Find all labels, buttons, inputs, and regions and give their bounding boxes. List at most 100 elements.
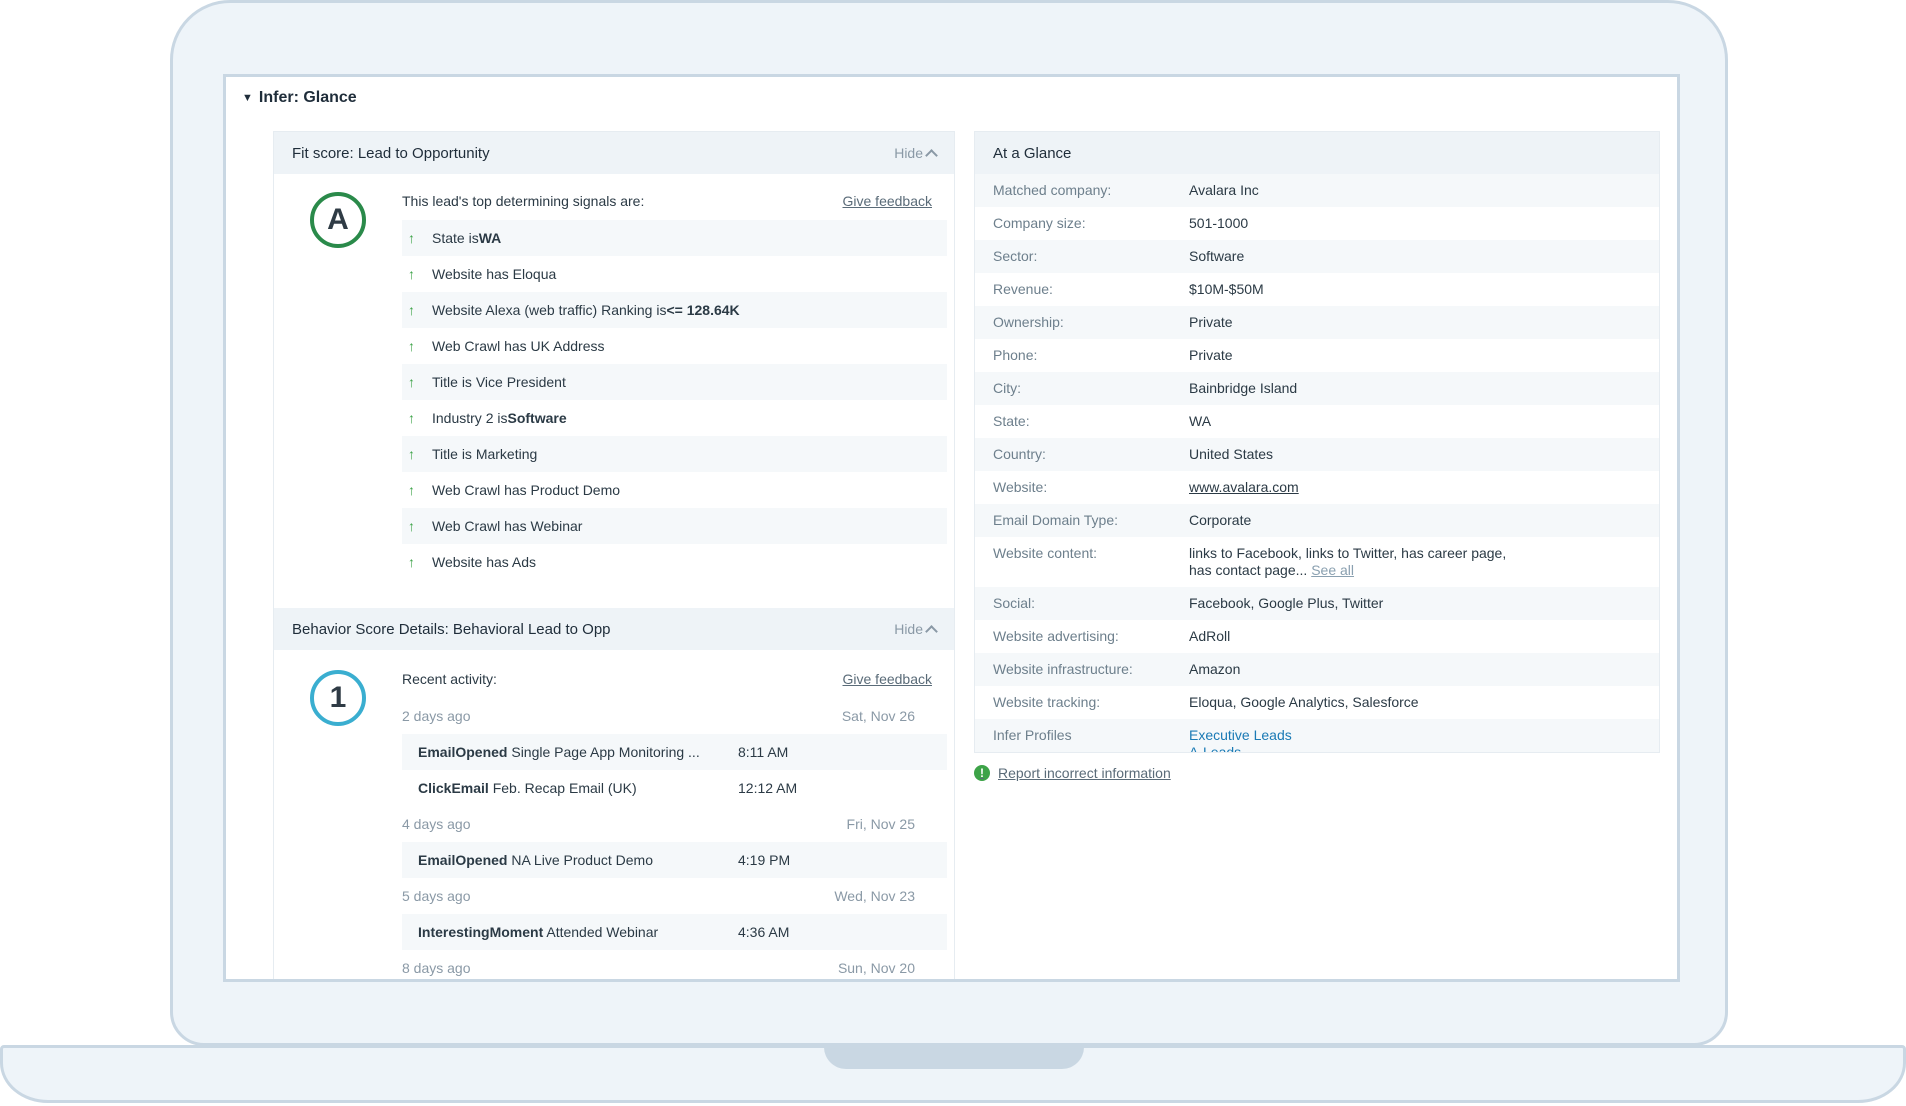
arrow-up-icon: ↑ (408, 338, 415, 354)
glance-row: Website: www.avalara.com (975, 471, 1659, 504)
signal-row: ↑ Web Crawl has Webinar (402, 508, 947, 544)
behavior-grade-badge: 1 (310, 670, 366, 726)
glance-value: Avalara Inc (1189, 182, 1509, 199)
activity-item[interactable]: EmailOpened Single Page App Monitoring .… (402, 734, 947, 770)
glance-label: Website tracking: (993, 694, 1101, 710)
signal-value: WA (478, 230, 502, 246)
profile-link[interactable]: A-Leads (1189, 744, 1509, 752)
glance-row: Social: Facebook, Google Plus, Twitter (975, 587, 1659, 620)
signal-text: Title is Vice President (432, 374, 566, 390)
activity-name: NA Live Product Demo (507, 852, 653, 868)
glance-value[interactable]: www.avalara.com (1189, 479, 1509, 496)
glance-row: Ownership: Private (975, 306, 1659, 339)
glance-label: State: (993, 413, 1030, 429)
activity-type: InterestingMoment (418, 924, 544, 940)
glance-label: Country: (993, 446, 1046, 462)
section-header[interactable]: ▼ Infer: Glance (242, 89, 357, 107)
glance-value-text: Amazon (1189, 661, 1241, 677)
glance-value-text: AdRoll (1189, 628, 1231, 644)
glance-value: Executive Leads A-Leads (1189, 727, 1509, 752)
fit-feedback-link[interactable]: Give feedback (843, 193, 933, 209)
activity-item[interactable]: InterestingMoment Attended Webinar 4:36 A… (402, 914, 947, 950)
glance-value-text: Facebook, Google Plus, Twitter (1189, 595, 1384, 611)
glance-value-text: $10M-$50M (1189, 281, 1264, 297)
signal-text: Web Crawl has Webinar (432, 518, 583, 534)
glance-row: Website content: links to Facebook, links… (975, 537, 1659, 587)
activity-intro: Recent activity: (402, 671, 497, 687)
glance-value: Amazon (1189, 661, 1509, 678)
arrow-up-icon: ↑ (408, 230, 415, 246)
behavior-header: Behavior Score Details: Behavioral Lead … (274, 608, 954, 650)
fit-hide-button[interactable]: Hide (894, 145, 938, 162)
activity-type: EmailOpened (418, 852, 508, 868)
behavior-hide-button[interactable]: Hide (894, 621, 938, 638)
glance-value-text: United States (1189, 446, 1274, 462)
signal-text: Title is Marketing (432, 446, 538, 462)
signal-text: Industry 2 is (432, 410, 508, 426)
glance-table: Matched company: Avalara Inc Company size:… (975, 174, 1659, 752)
glance-row: Website advertising: AdRoll (975, 620, 1659, 653)
activity-list: 2 days ago Sat, Nov 26 EmailOpened Single … (402, 698, 947, 979)
arrow-up-icon: ↑ (408, 554, 415, 570)
glance-label: Website infrastructure: (993, 661, 1133, 677)
hide-label: Hide (894, 145, 923, 161)
glance-value-text: Bainbridge Island (1189, 380, 1298, 396)
signal-row: ↑ Industry 2 is Software (402, 400, 947, 436)
glance-value-text: www.avalara.com (1189, 479, 1299, 495)
signal-text: Website Alexa (web traffic) Ranking is (432, 302, 667, 318)
glance-row: Revenue: $10M-$50M (975, 273, 1659, 306)
signal-row: ↑ Title is Vice President (402, 364, 947, 400)
signal-row: ↑ Web Crawl has Product Demo (402, 472, 947, 508)
glance-value: United States (1189, 446, 1509, 463)
screen: ▼ Infer: Glance Fit score: Lead to Oppor… (223, 74, 1680, 982)
glance-value: Private (1189, 314, 1509, 331)
arrow-up-icon: ↑ (408, 410, 415, 426)
signals-list: ↑ State is WA ↑ Website has Eloqua ↑ Website … (402, 220, 947, 580)
glance-value: Software (1189, 248, 1509, 265)
glance-value: AdRoll (1189, 628, 1509, 645)
glance-panel: At a Glance Matched company: Avalara Inc C… (974, 131, 1660, 753)
hide-label: Hide (894, 621, 923, 637)
glance-row: Matched company: Avalara Inc (975, 174, 1659, 207)
glance-value: $10M-$50M (1189, 281, 1509, 298)
glance-label: Matched company: (993, 182, 1112, 198)
signal-row: ↑ Web Crawl has UK Address (402, 328, 947, 364)
see-all-link[interactable]: See all (1311, 562, 1354, 578)
activity-date: Sun, Nov 20 (837, 960, 915, 976)
profile-link[interactable]: Executive Leads (1189, 727, 1509, 744)
glance-value: Bainbridge Island (1189, 380, 1509, 397)
fit-grade-badge: A (310, 192, 366, 248)
activity-time: 12:12 AM (738, 780, 798, 796)
signal-value: <= 128.64K (666, 302, 740, 318)
glance-row: State: WA (975, 405, 1659, 438)
activity-ago: 4 days ago (402, 816, 471, 832)
collapse-triangle-icon[interactable]: ▼ (242, 92, 253, 104)
glance-value: Eloqua, Google Analytics, Salesforce (1189, 694, 1509, 711)
glance-label: Sector: (993, 248, 1038, 264)
activity-ago: 8 days ago (402, 960, 471, 976)
activity-ago: 2 days ago (402, 708, 471, 724)
glance-value-text: Private (1189, 314, 1233, 330)
arrow-up-icon: ↑ (408, 302, 415, 318)
signals-intro: This lead's top determining signals are: (402, 193, 645, 209)
glance-header: At a Glance (975, 132, 1659, 174)
activity-type: ClickEmail (418, 780, 489, 796)
glance-label: Revenue: (993, 281, 1053, 297)
behavior-feedback-link[interactable]: Give feedback (843, 671, 933, 687)
glance-row: Phone: Private (975, 339, 1659, 372)
glance-row: Country: United States (975, 438, 1659, 471)
behavior-title: Behavior Score Details: Behavioral Lead … (292, 620, 611, 638)
alert-icon: ! (974, 765, 990, 781)
activity-item[interactable]: EmailOpened NA Live Product Demo 4:19 PM (402, 842, 947, 878)
glance-value: Facebook, Google Plus, Twitter (1189, 595, 1509, 612)
activity-date-row: 4 days ago Fri, Nov 25 (402, 806, 947, 842)
report-link[interactable]: ! Report incorrect information (974, 765, 1171, 781)
activity-name: Single Page App Monitoring ... (507, 744, 700, 760)
signal-text: Web Crawl has Product Demo (432, 482, 621, 498)
activity-item[interactable]: ClickEmail Feb. Recap Email (UK) 12:12 AM (402, 770, 947, 806)
glance-label: City: (993, 380, 1021, 396)
activity-desc: EmailOpened NA Live Product Demo (418, 852, 738, 868)
activity-date-row: 5 days ago Wed, Nov 23 (402, 878, 947, 914)
signal-row: ↑ Website has Ads (402, 544, 947, 580)
glance-label: Phone: (993, 347, 1038, 363)
